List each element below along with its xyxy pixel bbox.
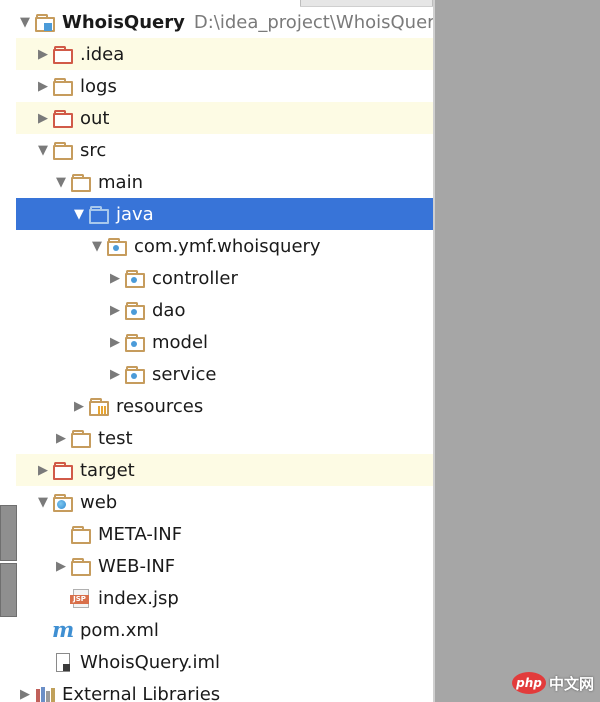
libraries-icon [34,685,56,702]
expand-arrow-icon[interactable]: ▶ [106,294,124,326]
excluded-folder-icon [52,109,74,128]
maven-icon: m [52,617,75,642]
tree-item-label: pom.xml [80,619,159,641]
expand-arrow-icon[interactable]: ▶ [34,70,52,102]
expand-arrow-icon[interactable]: ▶ [106,262,124,294]
excluded-folder-icon [52,45,74,64]
tree-item-target[interactable]: ▶ target [16,454,434,486]
tree-item-label: resources [116,395,204,417]
tree-item-external-libraries[interactable]: ▶ External Libraries [16,678,434,702]
tab-strip [300,0,433,7]
tree-item-label: index.jsp [98,587,179,609]
folder-icon [70,429,92,448]
root-project-path: D:\idea_project\WhoisQuery [193,11,434,33]
tree-item-label: controller [152,267,238,289]
package-icon [124,301,146,320]
resources-folder-icon [88,397,110,416]
left-gutter-bars [0,505,17,617]
tree-item-label: META-INF [98,523,183,545]
tree-item-web[interactable]: ▼ web [16,486,434,518]
tree-item-test[interactable]: ▶ test [16,422,434,454]
watermark: php 中文网 [511,670,594,696]
tree-item-iml[interactable]: WhoisQuery.iml [16,646,434,678]
arrow-placeholder [52,582,70,614]
expand-arrow-icon[interactable]: ▶ [34,454,52,486]
tree-item-java[interactable]: ▼ java [16,198,434,230]
source-folder-icon [88,205,110,224]
package-icon [106,237,128,256]
folder-icon [52,77,74,96]
tree-item-label: com.ymf.whoisquery [134,235,321,257]
folder-icon [70,173,92,192]
expand-arrow-icon[interactable]: ▶ [106,358,124,390]
tree-item-controller[interactable]: ▶ controller [16,262,434,294]
collapse-arrow-icon[interactable]: ▼ [88,230,106,262]
tree-item-web-inf[interactable]: ▶ WEB-INF [16,550,434,582]
tree-root-whoisquery[interactable]: ▼ WhoisQuery D:\idea_project\WhoisQuery [16,6,434,38]
tree-item-main[interactable]: ▼ main [16,166,434,198]
expand-arrow-icon[interactable]: ▶ [34,102,52,134]
expand-arrow-icon[interactable]: ▶ [70,390,88,422]
tree-item-label: WEB-INF [98,555,176,577]
web-folder-icon [52,493,74,512]
tree-item-label: out [80,107,110,129]
tree-item-label: model [152,331,209,353]
tree-item-package-root[interactable]: ▼ com.ymf.whoisquery [16,230,434,262]
tree-item-label: service [152,363,217,385]
jsp-file-icon: JSP [70,589,92,608]
collapse-arrow-icon[interactable]: ▼ [34,134,52,166]
tree-item-label: dao [152,299,186,321]
module-folder-icon [34,13,56,32]
tree-item-resources[interactable]: ▶ resources [16,390,434,422]
tree-item-index-jsp[interactable]: JSP index.jsp [16,582,434,614]
package-icon [124,269,146,288]
tree-item-model[interactable]: ▶ model [16,326,434,358]
tree-item-out[interactable]: ▶ out [16,102,434,134]
tree-item-meta-inf[interactable]: META-INF [16,518,434,550]
expand-arrow-icon[interactable]: ▶ [52,422,70,454]
tree-item-label: External Libraries [62,683,221,702]
expand-arrow-icon[interactable]: ▶ [106,326,124,358]
tree-item-dao[interactable]: ▶ dao [16,294,434,326]
package-icon [124,365,146,384]
collapse-arrow-icon[interactable]: ▼ [16,6,34,38]
tree-item-logs[interactable]: ▶ logs [16,70,434,102]
folder-icon [52,141,74,160]
arrow-placeholder [34,646,52,678]
watermark-text: 中文网 [548,674,594,693]
tree-item-label: logs [80,75,117,97]
package-icon [124,333,146,352]
tree-item-label: target [80,459,135,481]
tree-item-pom-xml[interactable]: m pom.xml [16,614,434,646]
expand-arrow-icon[interactable]: ▶ [52,550,70,582]
panel-divider[interactable] [433,0,435,702]
php-logo: php [511,672,546,694]
collapse-arrow-icon[interactable]: ▼ [52,166,70,198]
excluded-folder-icon [52,461,74,480]
tree-item-label: main [98,171,143,193]
project-tree-panel: ▼ WhoisQuery D:\idea_project\WhoisQuery … [0,0,434,702]
jsp-tag: JSP [70,595,89,604]
arrow-placeholder [34,614,52,646]
tree-item-label: WhoisQuery.iml [80,651,220,673]
gutter-scroll-thumb[interactable] [0,563,17,617]
iml-file-icon [52,653,74,672]
tree-item-src[interactable]: ▼ src [16,134,434,166]
arrow-placeholder [52,518,70,550]
tree-item-label: test [98,427,133,449]
folder-icon [70,525,92,544]
tree-item-label: .idea [80,43,125,65]
tree-item-label: web [80,491,118,513]
tree-item-idea[interactable]: ▶ .idea [16,38,434,70]
root-project-label: WhoisQuery [62,11,185,33]
tree-item-label: src [80,139,107,161]
tree-item-label: java [116,203,154,225]
gutter-scroll-thumb[interactable] [0,505,17,561]
folder-icon [70,557,92,576]
collapse-arrow-icon[interactable]: ▼ [34,486,52,518]
expand-arrow-icon[interactable]: ▶ [34,38,52,70]
expand-arrow-icon[interactable]: ▶ [16,678,34,702]
tree-item-service[interactable]: ▶ service [16,358,434,390]
collapse-arrow-icon[interactable]: ▼ [70,198,88,230]
